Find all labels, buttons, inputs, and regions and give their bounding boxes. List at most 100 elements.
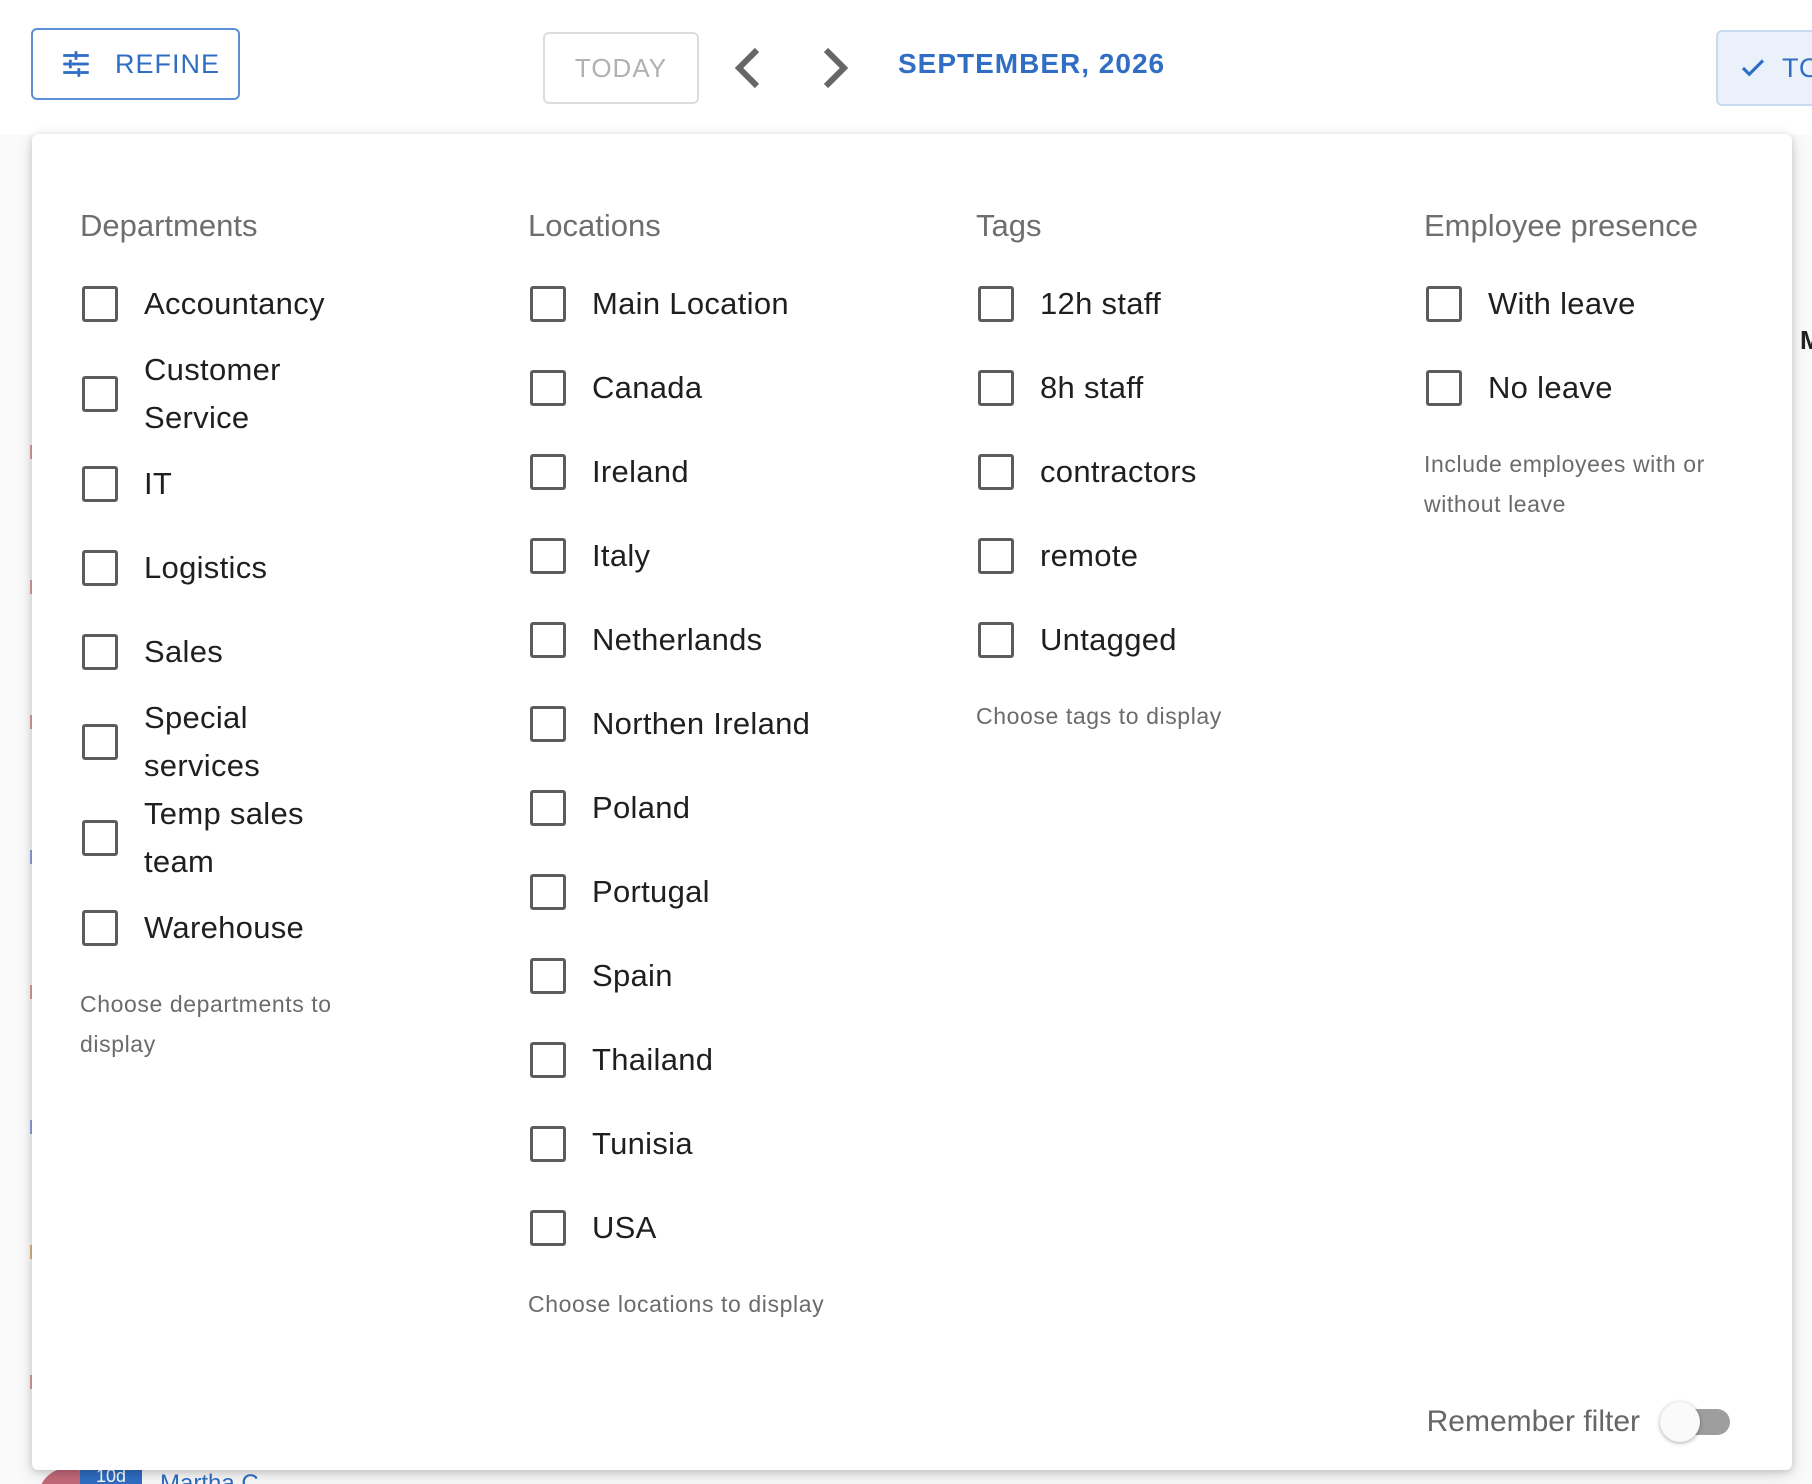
tune-icon bbox=[63, 51, 89, 77]
remember-filter-toggle[interactable] bbox=[1660, 1402, 1736, 1442]
checkbox[interactable] bbox=[82, 550, 118, 586]
next-month-button[interactable] bbox=[809, 42, 859, 94]
filter-option[interactable]: IT bbox=[80, 442, 500, 526]
filter-option-label: Northen Ireland bbox=[592, 706, 811, 741]
filter-option-label: IT bbox=[144, 466, 173, 501]
checkbox[interactable] bbox=[978, 286, 1014, 322]
calendar-toolbar: REFINE TODAY SEPTEMBER, 2026 TO bbox=[0, 0, 1812, 135]
filter-option-label: Temp sales team bbox=[144, 796, 304, 879]
previous-month-button[interactable] bbox=[724, 42, 774, 94]
filter-option-label: Accountancy bbox=[144, 286, 325, 321]
filter-option[interactable]: Northen Ireland bbox=[528, 682, 948, 766]
filter-option[interactable]: remote bbox=[976, 514, 1396, 598]
checkbox[interactable] bbox=[82, 910, 118, 946]
filter-option-label: USA bbox=[592, 1210, 657, 1245]
filter-option[interactable]: contractors bbox=[976, 430, 1396, 514]
filter-option[interactable]: Canada bbox=[528, 346, 948, 430]
toggle-view-button[interactable]: TO bbox=[1716, 30, 1812, 106]
locations-filter: Locations Main Location Canada Ireland Ital… bbox=[528, 204, 948, 1324]
filter-option-label: Canada bbox=[592, 370, 703, 405]
filter-option[interactable]: Netherlands bbox=[528, 598, 948, 682]
checkbox[interactable] bbox=[530, 706, 566, 742]
filter-option[interactable]: Portugal bbox=[528, 850, 948, 934]
current-month-label[interactable]: SEPTEMBER, 2026 bbox=[898, 48, 1165, 80]
filter-option[interactable]: Special services bbox=[80, 694, 500, 790]
refine-button[interactable]: REFINE bbox=[31, 28, 240, 100]
filter-option-label: Netherlands bbox=[592, 622, 763, 657]
tags-filter: Tags 12h staff 8h staff contractors remote U… bbox=[976, 204, 1396, 736]
remember-filter: Remember filter bbox=[1427, 1402, 1736, 1442]
employee-presence-options: With leave No leave bbox=[1424, 262, 1754, 430]
checkbox[interactable] bbox=[978, 454, 1014, 490]
filter-option[interactable]: Customer Service bbox=[80, 346, 500, 442]
filter-option-label: Tunisia bbox=[592, 1126, 693, 1161]
filter-option[interactable]: 12h staff bbox=[976, 262, 1396, 346]
checkbox[interactable] bbox=[530, 1042, 566, 1078]
filter-option[interactable]: No leave bbox=[1424, 346, 1754, 430]
filter-option[interactable]: Temp sales team bbox=[80, 790, 500, 886]
checkbox[interactable] bbox=[978, 538, 1014, 574]
filter-option[interactable]: Untagged bbox=[976, 598, 1396, 682]
checkbox[interactable] bbox=[530, 874, 566, 910]
filter-option-label: Customer Service bbox=[144, 352, 281, 435]
filter-option[interactable]: 8h staff bbox=[976, 346, 1396, 430]
filter-option[interactable]: Thailand bbox=[528, 1018, 948, 1102]
filter-option[interactable]: Logistics bbox=[80, 526, 500, 610]
employee-name[interactable]: Martha C bbox=[160, 1470, 259, 1484]
tags-helper-text: Choose tags to display bbox=[976, 703, 1222, 729]
checkbox[interactable] bbox=[530, 958, 566, 994]
checkbox[interactable] bbox=[530, 286, 566, 322]
checkbox[interactable] bbox=[978, 370, 1014, 406]
filter-option[interactable]: Poland bbox=[528, 766, 948, 850]
filter-option[interactable]: Ireland bbox=[528, 430, 948, 514]
checkbox[interactable] bbox=[530, 790, 566, 826]
filter-option[interactable]: USA bbox=[528, 1186, 948, 1270]
checkbox[interactable] bbox=[82, 634, 118, 670]
checkbox[interactable] bbox=[82, 376, 118, 412]
filter-option[interactable]: Spain bbox=[528, 934, 948, 1018]
filter-option[interactable]: Tunisia bbox=[528, 1102, 948, 1186]
filter-option-label: Thailand bbox=[592, 1042, 714, 1077]
checkbox[interactable] bbox=[530, 370, 566, 406]
filter-option-label: Untagged bbox=[1040, 622, 1177, 657]
filter-option-label: Main Location bbox=[592, 286, 789, 321]
filter-option-label: Special services bbox=[144, 700, 261, 783]
employee-presence-helper-text: Include employees with or without leave bbox=[1424, 451, 1705, 517]
checkbox[interactable] bbox=[530, 1210, 566, 1246]
filter-option[interactable]: Sales bbox=[80, 610, 500, 694]
checkbox[interactable] bbox=[82, 286, 118, 322]
filter-option-label: With leave bbox=[1488, 286, 1636, 321]
filter-option[interactable]: Accountancy bbox=[80, 262, 500, 346]
filter-option[interactable]: Main Location bbox=[528, 262, 948, 346]
filter-option-label: Portugal bbox=[592, 874, 710, 909]
filter-option-label: Spain bbox=[592, 958, 673, 993]
toggle-knob bbox=[1660, 1402, 1700, 1442]
checkbox[interactable] bbox=[82, 466, 118, 502]
checkbox[interactable] bbox=[530, 1126, 566, 1162]
checkbox[interactable] bbox=[1426, 286, 1462, 322]
filter-option-label: Italy bbox=[592, 538, 651, 573]
calendar-page: 10d Martha C M REFINE TODAY SEPTEMBER, 2… bbox=[0, 0, 1812, 1484]
locations-helper-text: Choose locations to display bbox=[528, 1291, 825, 1317]
filter-option-label: Warehouse bbox=[144, 910, 305, 945]
filter-option-label: 8h staff bbox=[1040, 370, 1144, 405]
filter-option[interactable]: Warehouse bbox=[80, 886, 500, 970]
remember-filter-label: Remember filter bbox=[1426, 1405, 1640, 1438]
today-button[interactable]: TODAY bbox=[543, 32, 699, 104]
checkbox[interactable] bbox=[1426, 370, 1462, 406]
locations-options: Main Location Canada Ireland Italy Netherlan… bbox=[528, 262, 948, 1270]
filter-option-label: No leave bbox=[1488, 370, 1613, 405]
checkbox[interactable] bbox=[530, 538, 566, 574]
tags-options: 12h staff 8h staff contractors remote Untagg… bbox=[976, 262, 1396, 682]
checkbox[interactable] bbox=[530, 622, 566, 658]
filter-option[interactable]: Italy bbox=[528, 514, 948, 598]
checkbox[interactable] bbox=[978, 622, 1014, 658]
toggle-view-label: TO bbox=[1782, 52, 1812, 83]
checkbox[interactable] bbox=[530, 454, 566, 490]
employee-presence-title: Employee presence bbox=[1424, 208, 1698, 243]
filter-option[interactable]: With leave bbox=[1424, 262, 1754, 346]
checkbox[interactable] bbox=[82, 820, 118, 856]
filter-option-label: 12h staff bbox=[1040, 286, 1162, 321]
chevron-left-icon bbox=[734, 47, 760, 89]
checkbox[interactable] bbox=[82, 724, 118, 760]
